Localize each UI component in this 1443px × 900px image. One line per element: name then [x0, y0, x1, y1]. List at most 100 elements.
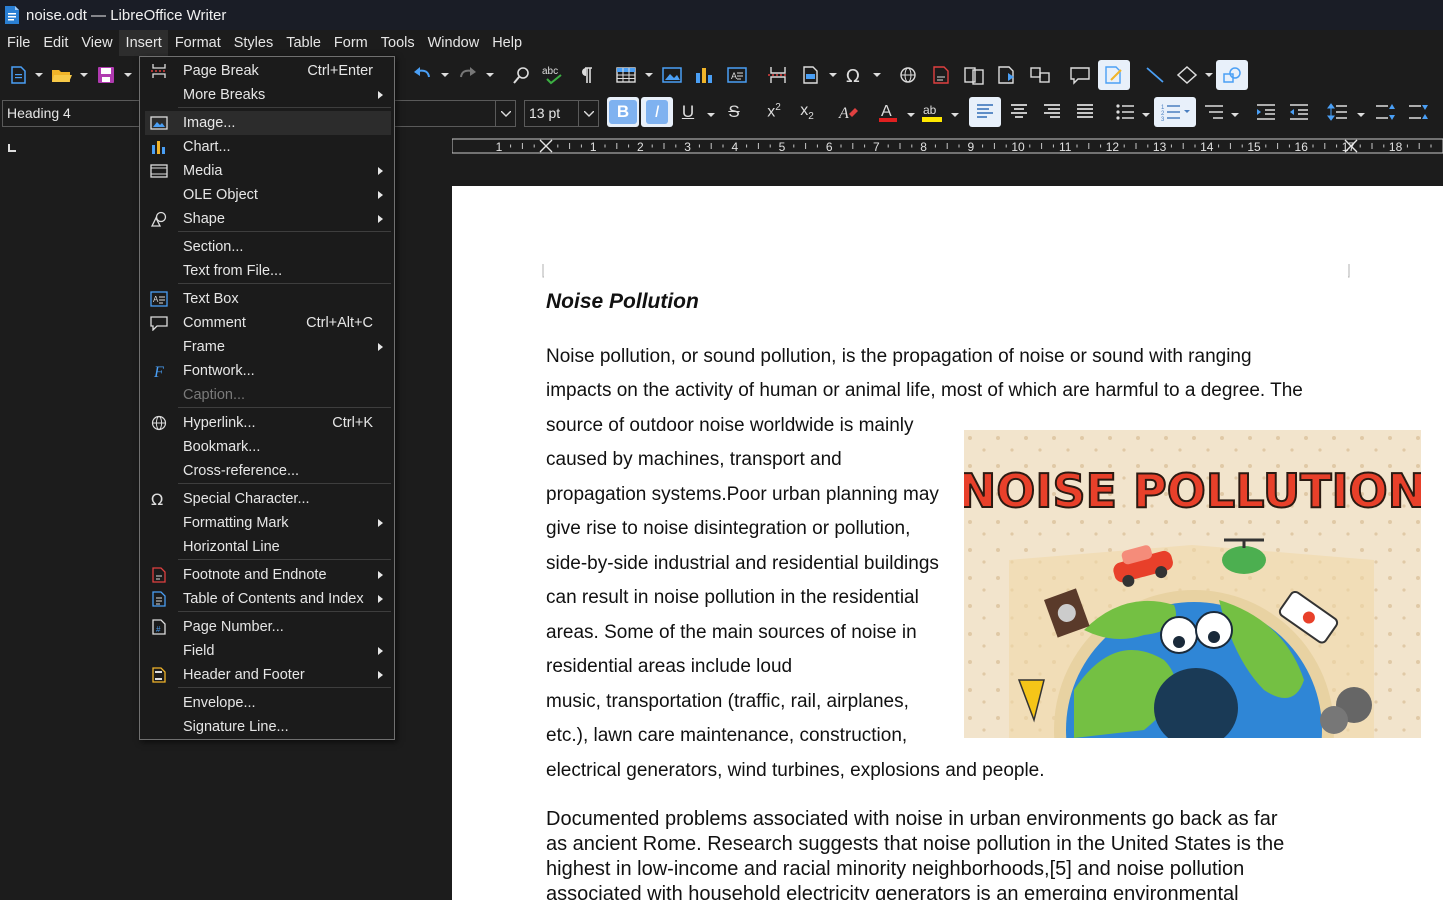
tab-stop-selector[interactable]: [8, 144, 16, 152]
chevron-down-icon[interactable]: [35, 70, 43, 80]
chevron-down-icon[interactable]: [873, 70, 881, 80]
open-folder-icon[interactable]: [47, 60, 77, 90]
menu-window[interactable]: Window: [421, 30, 486, 56]
horizontal-ruler[interactable]: 1 1 2 3 4 5 6 7 8 9 10 11 12 13 14 15 16 17 18: [452, 137, 1443, 157]
underline-icon[interactable]: U: [673, 97, 703, 127]
redo-icon[interactable]: [452, 60, 482, 90]
menu-item-media[interactable]: Media: [145, 159, 391, 183]
increase-paragraph-spacing-icon[interactable]: [1370, 97, 1400, 127]
insert-text-box-icon[interactable]: A: [722, 60, 752, 90]
menu-tools[interactable]: Tools: [374, 30, 421, 56]
insert-image-icon[interactable]: [657, 60, 687, 90]
decrease-indent-icon[interactable]: [1284, 97, 1314, 127]
menu-form[interactable]: Form: [327, 30, 374, 56]
chevron-down-icon[interactable]: [707, 110, 715, 120]
menu-item-text-box[interactable]: A Text Box: [145, 287, 391, 311]
hyperlink-icon[interactable]: [893, 60, 923, 90]
menu-view[interactable]: View: [74, 30, 118, 56]
menu-insert[interactable]: Insert: [118, 30, 168, 56]
chevron-down-icon[interactable]: [1205, 70, 1213, 80]
basic-shapes-icon[interactable]: [1172, 60, 1202, 90]
menu-item-frame[interactable]: Frame: [145, 335, 391, 359]
bookmark-icon[interactable]: [992, 60, 1022, 90]
insert-line-icon[interactable]: [1140, 60, 1170, 90]
italic-icon[interactable]: I: [641, 97, 673, 127]
menu-help[interactable]: Help: [485, 30, 528, 56]
chevron-down-icon[interactable]: [495, 101, 515, 126]
justify-icon[interactable]: [1070, 97, 1100, 127]
special-character-icon[interactable]: Ω: [840, 60, 870, 90]
menu-item-section[interactable]: Section...: [145, 235, 391, 259]
menu-item-hyperlink[interactable]: Hyperlink... Ctrl+K: [145, 411, 391, 435]
insert-table-icon[interactable]: [611, 60, 641, 90]
bullet-list-icon[interactable]: [1110, 97, 1140, 127]
insert-chart-icon[interactable]: [689, 60, 719, 90]
menu-item-text-from-file[interactable]: Text from File...: [145, 259, 391, 283]
chevron-down-icon[interactable]: [907, 110, 915, 120]
outline-list-icon[interactable]: [1199, 97, 1229, 127]
line-spacing-icon[interactable]: [1323, 97, 1353, 127]
highlight-color-icon[interactable]: ab: [917, 97, 947, 127]
menu-item-chart[interactable]: Chart...: [145, 135, 391, 159]
chevron-down-icon[interactable]: [124, 70, 132, 80]
bold-icon[interactable]: B: [607, 97, 639, 127]
menu-item-formatting-mark[interactable]: Formatting Mark: [145, 511, 391, 535]
menu-item-shape[interactable]: Shape: [145, 207, 391, 231]
menu-item-fontwork[interactable]: F Fontwork...: [145, 359, 391, 383]
chevron-down-icon[interactable]: [1231, 110, 1239, 120]
menu-item-special-character[interactable]: Ω Special Character...: [145, 487, 391, 511]
cross-reference-icon[interactable]: [1025, 60, 1055, 90]
font-size-combo[interactable]: 13 pt: [524, 100, 599, 127]
align-left-icon[interactable]: [969, 97, 1001, 127]
menu-item-envelope[interactable]: Envelope...: [145, 691, 391, 715]
menu-item-table-of-contents-and-index[interactable]: Table of Contents and Index: [145, 587, 391, 611]
chevron-down-icon[interactable]: [486, 70, 494, 80]
find-replace-icon[interactable]: [507, 60, 537, 90]
menu-item-more-breaks[interactable]: More Breaks: [145, 83, 391, 107]
insert-comment-icon[interactable]: [1065, 60, 1095, 90]
document-heading[interactable]: Noise Pollution: [546, 290, 699, 314]
chevron-down-icon[interactable]: [645, 70, 653, 80]
chevron-down-icon[interactable]: [829, 70, 837, 80]
menu-item-bookmark[interactable]: Bookmark...: [145, 435, 391, 459]
menu-item-cross-reference[interactable]: Cross-reference...: [145, 459, 391, 483]
menu-item-horizontal-line[interactable]: Horizontal Line: [145, 535, 391, 559]
menu-item-comment[interactable]: Comment Ctrl+Alt+C: [145, 311, 391, 335]
decrease-paragraph-spacing-icon[interactable]: [1403, 97, 1433, 127]
clear-formatting-icon[interactable]: A: [833, 97, 863, 127]
menu-item-header-and-footer[interactable]: Header and Footer: [145, 663, 391, 687]
menu-file[interactable]: File: [0, 30, 36, 56]
new-document-icon[interactable]: [4, 60, 34, 90]
menu-item-field[interactable]: Field: [145, 639, 391, 663]
spelling-icon[interactable]: abc: [539, 60, 569, 90]
undo-icon[interactable]: [408, 60, 438, 90]
save-icon[interactable]: [91, 60, 121, 90]
menu-item-footnote-and-endnote[interactable]: Footnote and Endnote: [145, 563, 391, 587]
subscript-icon[interactable]: x2: [792, 97, 822, 127]
align-center-icon[interactable]: [1004, 97, 1034, 127]
menu-item-page-number[interactable]: # Page Number...: [145, 615, 391, 639]
chevron-down-icon[interactable]: [578, 101, 598, 126]
menu-item-page-break[interactable]: Page Break Ctrl+Enter: [145, 59, 391, 83]
left-indent-marker[interactable]: [539, 139, 553, 153]
noise-pollution-image[interactable]: NOISE POLLUTION: [964, 430, 1421, 738]
strikethrough-icon[interactable]: S: [719, 97, 749, 127]
track-changes-icon[interactable]: [1098, 60, 1130, 90]
menu-edit[interactable]: Edit: [36, 30, 74, 56]
menu-styles[interactable]: Styles: [227, 30, 280, 56]
increase-indent-icon[interactable]: [1251, 97, 1281, 127]
menu-table[interactable]: Table: [279, 30, 327, 56]
menu-item-ole-object[interactable]: OLE Object: [145, 183, 391, 207]
align-right-icon[interactable]: [1037, 97, 1067, 127]
chevron-down-icon[interactable]: [80, 70, 88, 80]
footnote-icon[interactable]: [926, 60, 956, 90]
menu-format[interactable]: Format: [168, 30, 227, 56]
chevron-down-icon[interactable]: [1357, 110, 1365, 120]
endnote-icon[interactable]: [959, 60, 989, 90]
font-color-icon[interactable]: A: [873, 97, 903, 127]
menu-item-image[interactable]: Image...: [145, 111, 391, 135]
insert-field-icon[interactable]: [796, 60, 826, 90]
menu-item-signature-line[interactable]: Signature Line...: [145, 715, 391, 739]
chevron-down-icon[interactable]: [1142, 110, 1150, 120]
superscript-icon[interactable]: x2: [759, 97, 789, 127]
